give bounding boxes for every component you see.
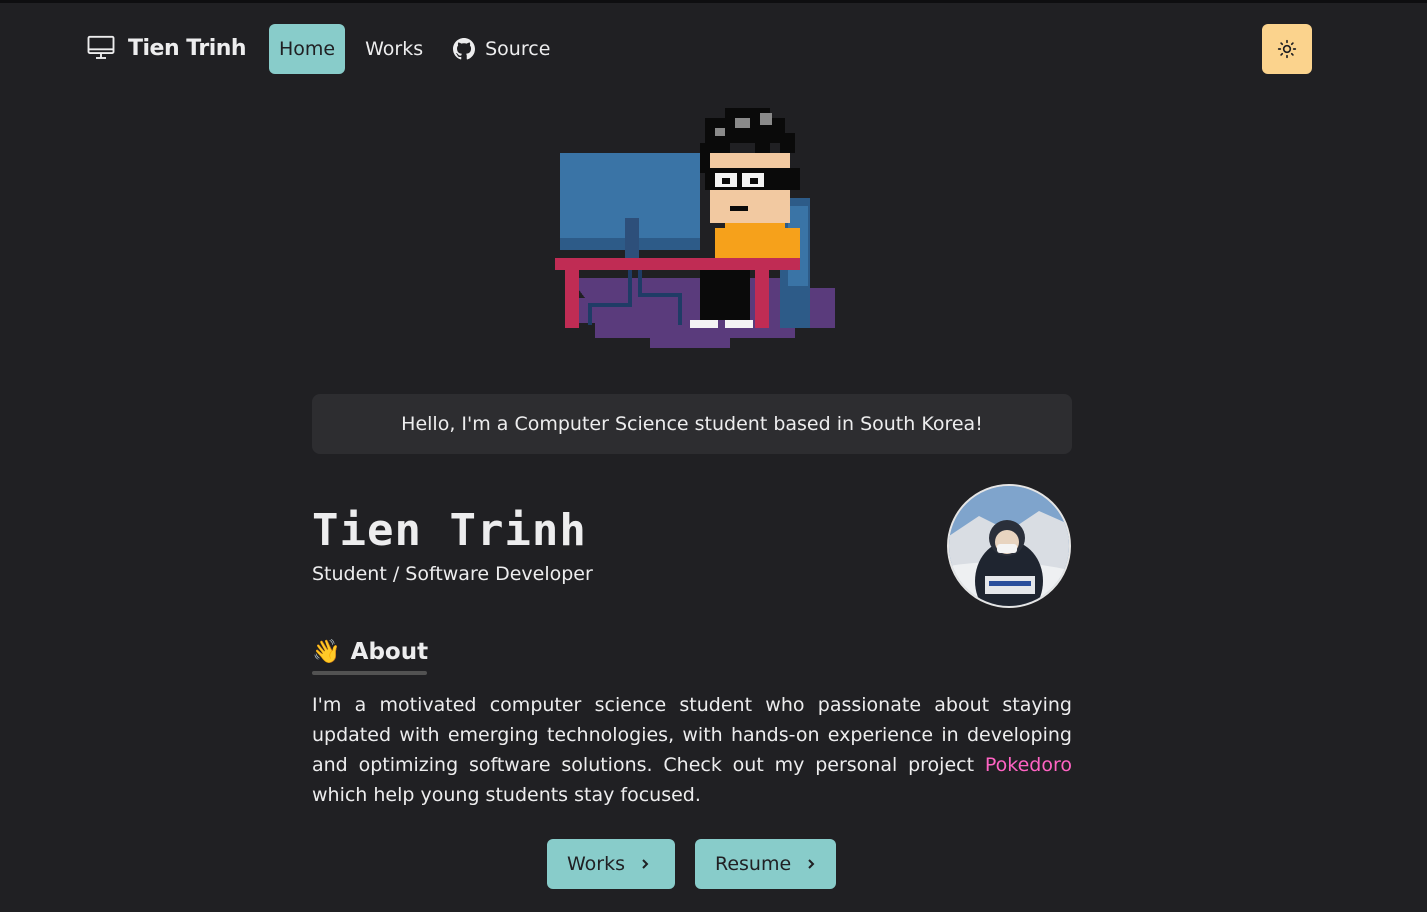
nav-link-source[interactable]: Source (443, 24, 560, 74)
resume-button-label: Resume (715, 853, 792, 875)
greeting-banner: Hello, I'm a Computer Science student ba… (312, 394, 1072, 454)
sun-icon (1277, 39, 1297, 59)
works-button[interactable]: Works (547, 839, 675, 889)
brand-logo[interactable]: Tien Trinh (86, 33, 247, 63)
about-text-after: which help young students stay focused. (312, 784, 701, 806)
nav-link-works[interactable]: Works (355, 24, 433, 74)
monitor-icon (87, 35, 115, 59)
github-icon (453, 38, 476, 60)
nav-link-home[interactable]: Home (269, 24, 346, 74)
brand-name: Tien Trinh (128, 35, 247, 61)
chevron-right-icon (805, 858, 817, 870)
profile-role: Student / Software Developer (312, 563, 593, 585)
waving-hand-icon: 👋 (312, 639, 341, 665)
resume-button[interactable]: Resume (695, 839, 836, 889)
about-underline (312, 671, 427, 675)
chevron-right-icon (639, 858, 651, 870)
avatar (947, 484, 1071, 608)
about-title: About (350, 638, 429, 665)
navbar: Tien Trinh Home Works Source (0, 3, 1427, 93)
works-button-label: Works (567, 853, 626, 875)
hero-illustration (530, 98, 860, 363)
nav-links: Home Works Source (269, 24, 570, 74)
pokedoro-link[interactable]: Pokedoro (985, 754, 1072, 776)
theme-toggle-button[interactable] (1262, 24, 1312, 74)
about-heading: 👋 About (312, 638, 429, 666)
about-text-before: I'm a motivated computer science student… (312, 694, 1072, 776)
about-paragraph: I'm a motivated computer science student… (312, 690, 1072, 810)
nav-link-source-label: Source (485, 38, 551, 60)
profile-name: Tien Trinh (312, 505, 587, 556)
